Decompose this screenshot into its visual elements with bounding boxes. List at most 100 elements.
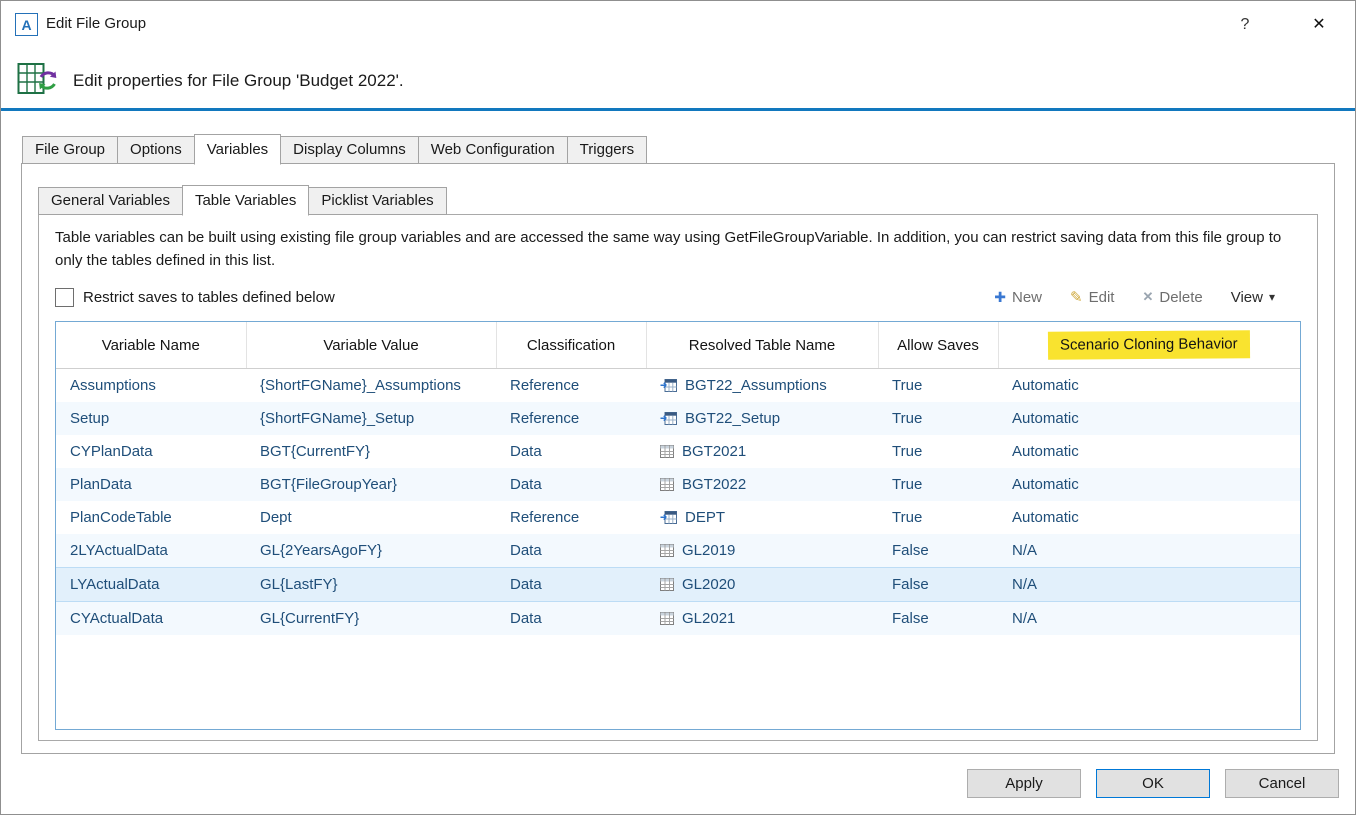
cell-classification: Reference	[496, 369, 646, 403]
cell-variable-name: PlanData	[56, 468, 246, 501]
cell-resolved-table-name: GL2020	[646, 568, 878, 602]
cell-allow-saves: True	[878, 468, 998, 501]
cell-variable-value: {ShortFGName}_Setup	[246, 402, 496, 435]
tab-general-variables[interactable]: General Variables	[38, 187, 183, 215]
table-toolbar: ✚ New ✎ Edit ✕ Delete View ▾	[994, 288, 1275, 306]
file-group-icon	[17, 60, 57, 98]
edit-file-group-dialog: A Edit File Group ? ✕ Edit properties fo…	[0, 0, 1356, 815]
apply-button[interactable]: Apply	[967, 769, 1081, 798]
tab-triggers[interactable]: Triggers	[567, 136, 647, 164]
cell-variable-name: Setup	[56, 402, 246, 435]
col-resolved-table-name[interactable]: Resolved Table Name	[646, 322, 878, 369]
delete-x-icon: ✕	[1142, 289, 1153, 305]
cell-variable-value: BGT{CurrentFY}	[246, 435, 496, 468]
plus-icon: ✚	[994, 289, 1006, 306]
cancel-button[interactable]: Cancel	[1225, 769, 1339, 798]
sub-tab-strip: General VariablesTable VariablesPicklist…	[38, 185, 447, 215]
table-row[interactable]: PlanCodeTable Dept Reference DEPT	[56, 501, 1300, 534]
titlebar: A Edit File Group ? ✕	[1, 1, 1355, 47]
tab-file-group[interactable]: File Group	[22, 136, 118, 164]
resolved-table-text: BGT22_Setup	[685, 410, 780, 427]
tab-table-variables[interactable]: Table Variables	[182, 185, 309, 216]
cell-resolved-table-name: BGT2022	[646, 468, 878, 501]
cell-classification: Data	[496, 534, 646, 568]
cell-scenario-cloning: Automatic	[998, 435, 1300, 468]
cell-resolved-table-name: GL2021	[646, 602, 878, 636]
col-variable-value[interactable]: Variable Value	[246, 322, 496, 369]
cell-classification: Reference	[496, 501, 646, 534]
table-row[interactable]: CYActualData GL{CurrentFY} Data GL2021	[56, 602, 1300, 636]
ok-button[interactable]: OK	[1096, 769, 1210, 798]
cell-resolved-table-name: GL2019	[646, 534, 878, 568]
dialog-subtitle: Edit properties for File Group 'Budget 2…	[73, 71, 404, 91]
pencil-icon: ✎	[1070, 288, 1083, 306]
app-icon: A	[15, 13, 38, 36]
cell-allow-saves: True	[878, 501, 998, 534]
new-button[interactable]: ✚ New	[994, 289, 1042, 306]
cell-scenario-cloning: Automatic	[998, 369, 1300, 403]
col-allow-saves[interactable]: Allow Saves	[878, 322, 998, 369]
table-row[interactable]: PlanData BGT{FileGroupYear} Data BGT2022	[56, 468, 1300, 501]
cell-scenario-cloning: N/A	[998, 568, 1300, 602]
table-variables-panel: Table variables can be built using exist…	[38, 214, 1318, 741]
highlighted-column-label: Scenario Cloning Behavior	[1060, 335, 1238, 353]
table-row[interactable]: Setup {ShortFGName}_Setup Reference BGT2…	[56, 402, 1300, 435]
resolved-table-text: BGT22_Assumptions	[685, 377, 827, 394]
col-scenario-cloning-behavior[interactable]: Scenario Cloning Behavior	[998, 322, 1300, 369]
delete-button-label: Delete	[1159, 289, 1202, 306]
cell-variable-value: {ShortFGName}_Assumptions	[246, 369, 496, 403]
cell-variable-name: 2LYActualData	[56, 534, 246, 568]
cell-allow-saves: False	[878, 568, 998, 602]
table-row[interactable]: CYPlanData BGT{CurrentFY} Data BGT2021	[56, 435, 1300, 468]
restrict-saves-checkbox[interactable]: Restrict saves to tables defined below	[55, 288, 335, 307]
cell-variable-name: CYPlanData	[56, 435, 246, 468]
resolved-table-text: DEPT	[685, 509, 725, 526]
cell-allow-saves: False	[878, 602, 998, 636]
tab-web-configuration[interactable]: Web Configuration	[418, 136, 568, 164]
resolved-table-text: GL2020	[682, 576, 735, 593]
cell-scenario-cloning: Automatic	[998, 402, 1300, 435]
cell-variable-value: GL{CurrentFY}	[246, 602, 496, 636]
cell-resolved-table-name: BGT22_Assumptions	[646, 369, 878, 403]
cell-variable-name: Assumptions	[56, 369, 246, 403]
edit-button-label: Edit	[1089, 289, 1115, 306]
table-header-row: Variable Name Variable Value Classificat…	[56, 322, 1300, 369]
view-dropdown[interactable]: View ▾	[1231, 289, 1275, 306]
footer-buttons: Apply OK Cancel	[967, 769, 1339, 798]
tab-picklist-variables[interactable]: Picklist Variables	[308, 187, 446, 215]
variables-panel: General VariablesTable VariablesPicklist…	[21, 163, 1335, 754]
data-table-icon	[660, 578, 674, 591]
controls-row: Restrict saves to tables defined below ✚…	[55, 285, 1275, 309]
cell-resolved-table-name: DEPT	[646, 501, 878, 534]
view-dropdown-label: View	[1231, 289, 1263, 306]
table-row[interactable]: LYActualData GL{LastFY} Data GL2020	[56, 568, 1300, 602]
table-variables-description: Table variables can be built using exist…	[55, 227, 1299, 272]
data-table-icon	[660, 478, 674, 491]
help-icon[interactable]: ?	[1233, 13, 1257, 37]
edit-button[interactable]: ✎ Edit	[1070, 288, 1114, 306]
cell-variable-value: GL{LastFY}	[246, 568, 496, 602]
cell-variable-name: LYActualData	[56, 568, 246, 602]
delete-button[interactable]: ✕ Delete	[1142, 289, 1202, 306]
table-row[interactable]: 2LYActualData GL{2YearsAgoFY} Data GL201…	[56, 534, 1300, 568]
cell-allow-saves: True	[878, 369, 998, 403]
close-icon[interactable]: ✕	[1306, 12, 1332, 38]
col-classification[interactable]: Classification	[496, 322, 646, 369]
yellow-highlight: Scenario Cloning Behavior	[1048, 330, 1250, 359]
cell-classification: Reference	[496, 402, 646, 435]
cell-classification: Data	[496, 435, 646, 468]
cell-scenario-cloning: N/A	[998, 534, 1300, 568]
col-variable-name[interactable]: Variable Name	[56, 322, 246, 369]
tab-display-columns[interactable]: Display Columns	[280, 136, 419, 164]
cell-scenario-cloning: N/A	[998, 602, 1300, 636]
resolved-table-text: BGT2022	[682, 476, 746, 493]
tab-variables[interactable]: Variables	[194, 134, 281, 165]
data-table-icon	[660, 612, 674, 625]
cell-classification: Data	[496, 568, 646, 602]
checkbox-icon[interactable]	[55, 288, 74, 307]
tab-options[interactable]: Options	[117, 136, 195, 164]
table-row[interactable]: Assumptions {ShortFGName}_Assumptions Re…	[56, 369, 1300, 403]
restrict-saves-label: Restrict saves to tables defined below	[83, 289, 335, 306]
data-table-icon	[660, 544, 674, 557]
reference-table-icon	[660, 412, 677, 425]
